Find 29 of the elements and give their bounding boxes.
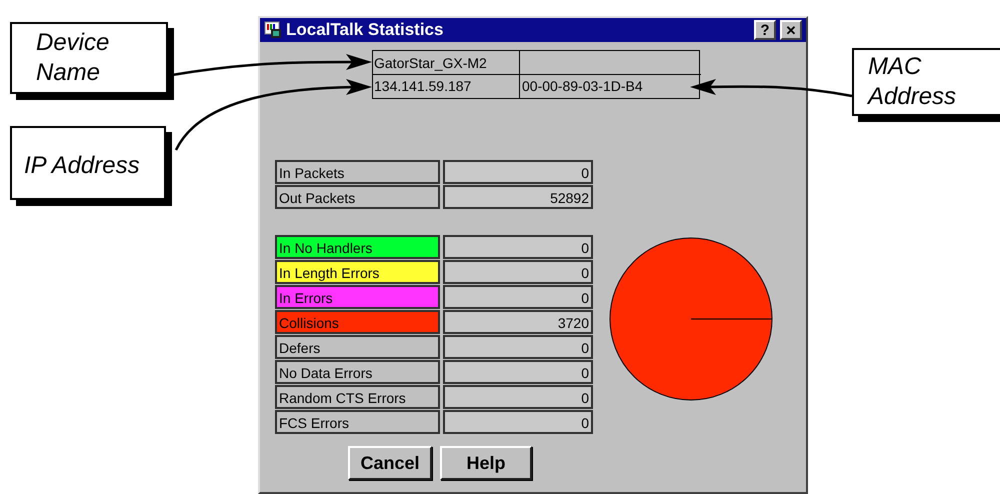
stat-label: Out Packets [275,185,440,209]
help-button[interactable]: ? [754,20,776,40]
stat-value: 0 [443,385,593,409]
stat-label: FCS Errors [275,410,440,434]
stat-value: 0 [443,360,593,384]
stat-value: 52892 [443,185,593,209]
stat-value: 0 [443,160,593,184]
stat-value: 3720 [443,310,593,334]
window-title: LocalTalk Statistics [286,19,444,42]
stat-label: Random CTS Errors [275,385,440,409]
cancel-button[interactable]: Cancel [348,446,432,480]
stat-label: Collisions [275,310,440,334]
stat-label: No Data Errors [275,360,440,384]
stat-value: 0 [443,285,593,309]
stat-label: In Length Errors [275,260,440,284]
stat-value: 0 [443,260,593,284]
stat-value: 0 [443,335,593,359]
help-button[interactable]: Help [440,446,532,480]
stat-label: Defers [275,335,440,359]
close-button[interactable]: ✕ [780,20,802,40]
stat-value: 0 [443,410,593,434]
stat-label: In Packets [275,160,440,184]
app-icon [264,21,282,39]
stat-value: 0 [443,235,593,259]
stat-label: In No Handlers [275,235,440,259]
device-name-field: GatorStar_GX-M2 [373,51,520,75]
stat-label: In Errors [275,285,440,309]
mac-address-field: 00-00-89-03-1D-B4 [520,75,701,98]
ip-address-field: 134.141.59.187 [373,75,520,98]
